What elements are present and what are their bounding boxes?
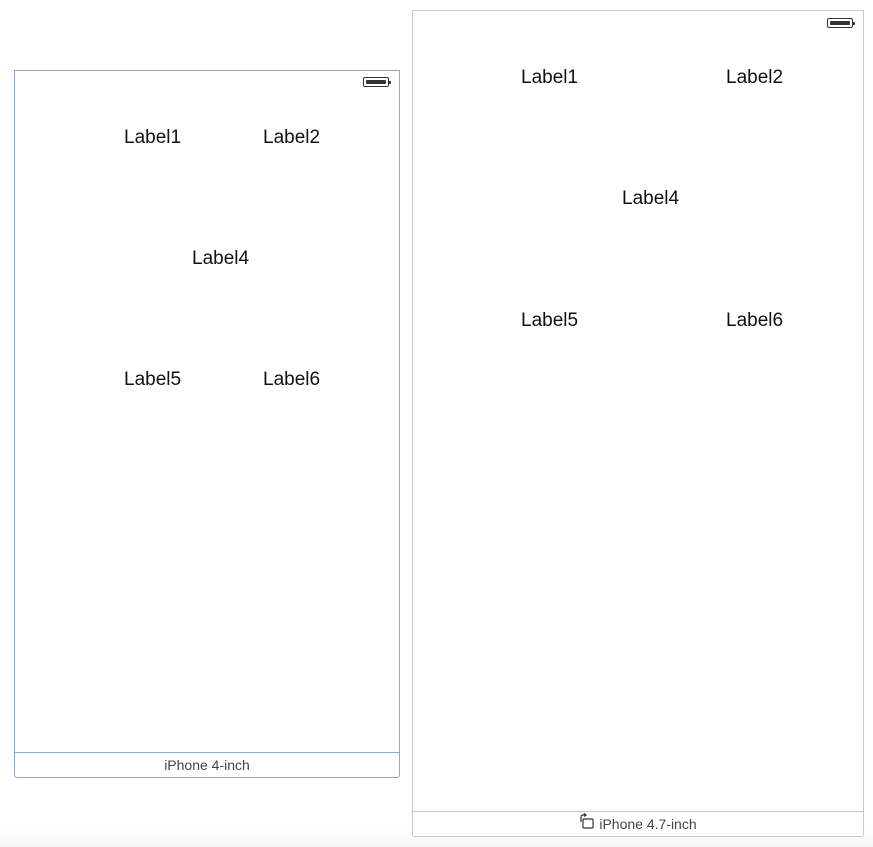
battery-icon: [827, 18, 855, 28]
device-name-label: iPhone 4-inch: [164, 757, 250, 773]
label-4[interactable]: Label4: [622, 188, 679, 210]
label-6[interactable]: Label6: [263, 369, 320, 391]
device-footer-large[interactable]: iPhone 4.7-inch: [413, 811, 863, 836]
device-name-label: iPhone 4.7-inch: [599, 816, 697, 832]
rotate-device-icon[interactable]: [579, 812, 595, 836]
device-footer-small[interactable]: iPhone 4-inch: [15, 752, 399, 777]
scene-iphone-4-7-inch[interactable]: Label1 Label2 Label4 Label5 Label6 iPhon…: [412, 10, 864, 837]
label-4[interactable]: Label4: [192, 248, 249, 270]
battery-icon: [363, 77, 391, 87]
label-2[interactable]: Label2: [263, 127, 320, 149]
scene-iphone-4-inch[interactable]: Label1 Label2 Label4 Label5 Label6 iPhon…: [14, 70, 400, 778]
label-2[interactable]: Label2: [726, 67, 783, 89]
label-5[interactable]: Label5: [521, 310, 578, 332]
label-5[interactable]: Label5: [124, 369, 181, 391]
label-1[interactable]: Label1: [521, 67, 578, 89]
label-1[interactable]: Label1: [124, 127, 181, 149]
label-6[interactable]: Label6: [726, 310, 783, 332]
